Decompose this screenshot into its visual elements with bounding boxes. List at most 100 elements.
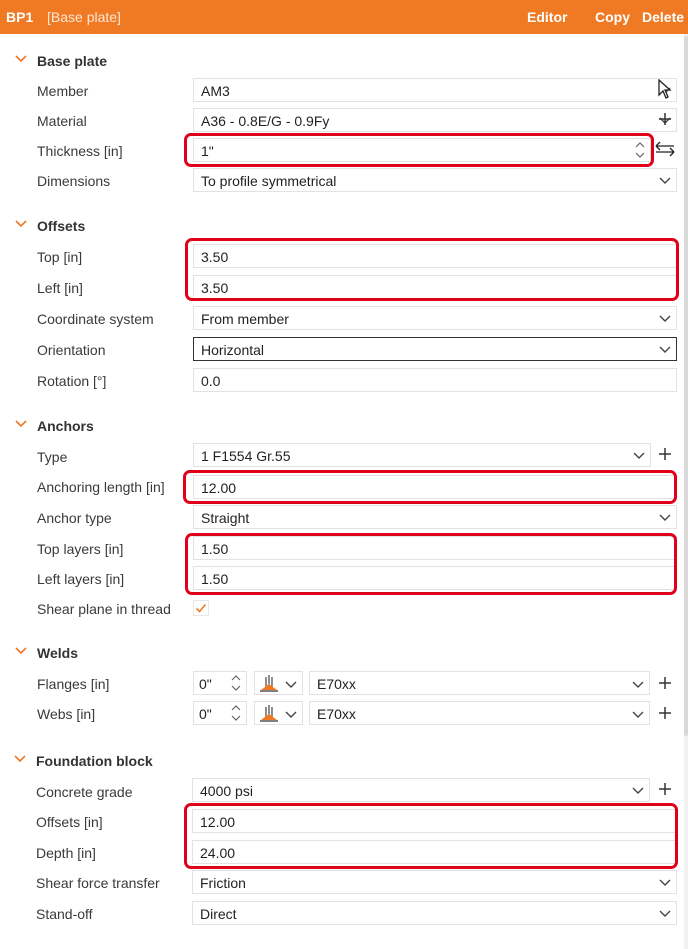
chevron-down-icon <box>632 681 644 688</box>
webs-label: Webs [in] <box>37 706 96 722</box>
coordinate-system-value: From member <box>201 311 289 327</box>
webs-size-input[interactable]: 0" <box>193 701 247 725</box>
chevron-down-icon <box>285 681 297 688</box>
chevron-down-icon <box>633 452 645 459</box>
anchoring-length-input[interactable]: 12.00 <box>193 475 677 499</box>
section-base-plate[interactable]: Base plate <box>0 49 684 73</box>
offset-top-label: Top [in] <box>37 249 83 265</box>
scrollbar[interactable] <box>684 34 688 949</box>
cursor-pick-icon <box>658 79 672 99</box>
concrete-grade-value: 4000 psi <box>200 783 253 799</box>
item-id: BP1 <box>6 9 34 25</box>
add-anchor-button[interactable] <box>654 443 676 465</box>
chevron-down-icon <box>14 755 26 763</box>
offset-top-value: 3.50 <box>201 249 229 265</box>
concrete-grade-select[interactable]: 4000 psi <box>192 778 650 802</box>
chevron-down-icon <box>15 220 27 228</box>
rotation-value: 0.0 <box>201 373 221 389</box>
shear-plane-checkbox[interactable] <box>193 600 209 616</box>
anchor-type-select[interactable]: 1 F1554 Gr.55 <box>193 443 651 467</box>
flanges-material-value: E70xx <box>317 676 356 692</box>
spinner-icon[interactable] <box>230 703 242 723</box>
header-bar: BP1 [Base plate] Editor Copy Delete <box>0 0 688 34</box>
webs-material-select[interactable]: E70xx <box>309 701 650 725</box>
thickness-input[interactable]: 1" <box>193 138 651 162</box>
add-material-button[interactable] <box>654 108 676 130</box>
scrollbar-thumb[interactable] <box>684 36 688 736</box>
chevron-down-icon <box>15 420 27 428</box>
chevron-down-icon <box>659 177 671 184</box>
spinner-icon[interactable] <box>230 673 242 693</box>
material-value: A36 - 0.8E/G - 0.9Fy <box>201 113 330 129</box>
flanges-weld-type-select[interactable] <box>254 671 303 695</box>
stand-off-select[interactable]: Direct <box>192 901 677 925</box>
depth-input[interactable]: 24.00 <box>192 840 677 864</box>
anchor-kind-value: Straight <box>201 510 250 526</box>
chevron-down-icon <box>15 647 27 655</box>
orientation-value: Horizontal <box>201 342 265 358</box>
anchor-type-name-label: Type <box>37 449 68 465</box>
material-select[interactable]: A36 - 0.8E/G - 0.9Fy <box>193 108 677 132</box>
plus-icon <box>659 113 671 125</box>
foundation-offsets-value: 12.00 <box>200 814 236 830</box>
add-concrete-button[interactable] <box>654 778 676 800</box>
add-flange-weld-button[interactable] <box>654 672 676 694</box>
rotation-label: Rotation [°] <box>37 373 107 389</box>
anchor-type-label: Anchor type <box>37 510 112 526</box>
plus-icon <box>659 677 671 689</box>
chevron-down-icon <box>15 55 27 63</box>
copy-button[interactable]: Copy <box>595 9 630 25</box>
chevron-down-icon <box>659 910 671 917</box>
chevron-down-icon <box>659 315 671 322</box>
member-select[interactable]: AM3 <box>193 78 677 102</box>
orientation-label: Orientation <box>37 342 106 358</box>
shear-force-transfer-select[interactable]: Friction <box>192 870 677 894</box>
add-web-weld-button[interactable] <box>654 702 676 724</box>
flanges-size-input[interactable]: 0" <box>193 671 247 695</box>
dimensions-select[interactable]: To profile symmetrical <box>193 168 677 192</box>
chevron-down-icon <box>659 346 671 353</box>
swap-arrows-icon <box>655 141 675 157</box>
offset-top-input[interactable]: 3.50 <box>193 244 677 268</box>
swap-button[interactable] <box>654 138 676 160</box>
offset-left-label: Left [in] <box>37 280 83 296</box>
plus-icon <box>659 707 671 719</box>
anchoring-length-label: Anchoring length [in] <box>37 479 165 495</box>
chevron-down-icon <box>659 879 671 886</box>
foundation-offsets-input[interactable]: 12.00 <box>192 809 677 833</box>
chevron-down-icon <box>632 787 644 794</box>
flanges-material-select[interactable]: E70xx <box>309 671 650 695</box>
concrete-grade-label: Concrete grade <box>36 784 133 800</box>
material-label: Material <box>37 113 87 129</box>
top-layers-input[interactable]: 1.50 <box>193 536 677 560</box>
webs-size-value: 0" <box>199 706 212 722</box>
editor-button[interactable]: Editor <box>527 9 567 25</box>
rotation-input[interactable]: 0.0 <box>193 368 677 392</box>
spinner-icon[interactable] <box>634 140 646 160</box>
member-value: AM3 <box>201 83 230 99</box>
pick-member-button[interactable] <box>654 78 676 100</box>
section-title: Anchors <box>37 418 94 434</box>
section-anchors[interactable]: Anchors <box>0 414 684 438</box>
depth-value: 24.00 <box>200 845 236 861</box>
shear-force-transfer-label: Shear force transfer <box>36 875 160 891</box>
section-welds[interactable]: Welds <box>0 641 684 665</box>
webs-weld-type-select[interactable] <box>254 701 303 725</box>
section-title: Offsets <box>37 218 86 234</box>
top-layers-label: Top layers [in] <box>37 541 124 557</box>
left-layers-input[interactable]: 1.50 <box>193 566 677 590</box>
section-foundation-block[interactable]: Foundation block <box>0 749 684 773</box>
chevron-down-icon <box>659 514 671 521</box>
foundation-offsets-label: Offsets [in] <box>36 814 103 830</box>
orientation-select[interactable]: Horizontal <box>193 337 677 361</box>
section-title: Base plate <box>37 53 108 69</box>
anchor-kind-select[interactable]: Straight <box>193 505 677 529</box>
section-offsets[interactable]: Offsets <box>0 214 684 238</box>
coordinate-system-select[interactable]: From member <box>193 306 677 330</box>
delete-button[interactable]: Delete <box>642 9 684 25</box>
weld-symbol-icon <box>260 675 278 692</box>
offset-left-input[interactable]: 3.50 <box>193 275 677 299</box>
thickness-value: 1" <box>201 143 214 159</box>
chevron-down-icon <box>632 711 644 718</box>
anchoring-length-value: 12.00 <box>201 480 237 496</box>
